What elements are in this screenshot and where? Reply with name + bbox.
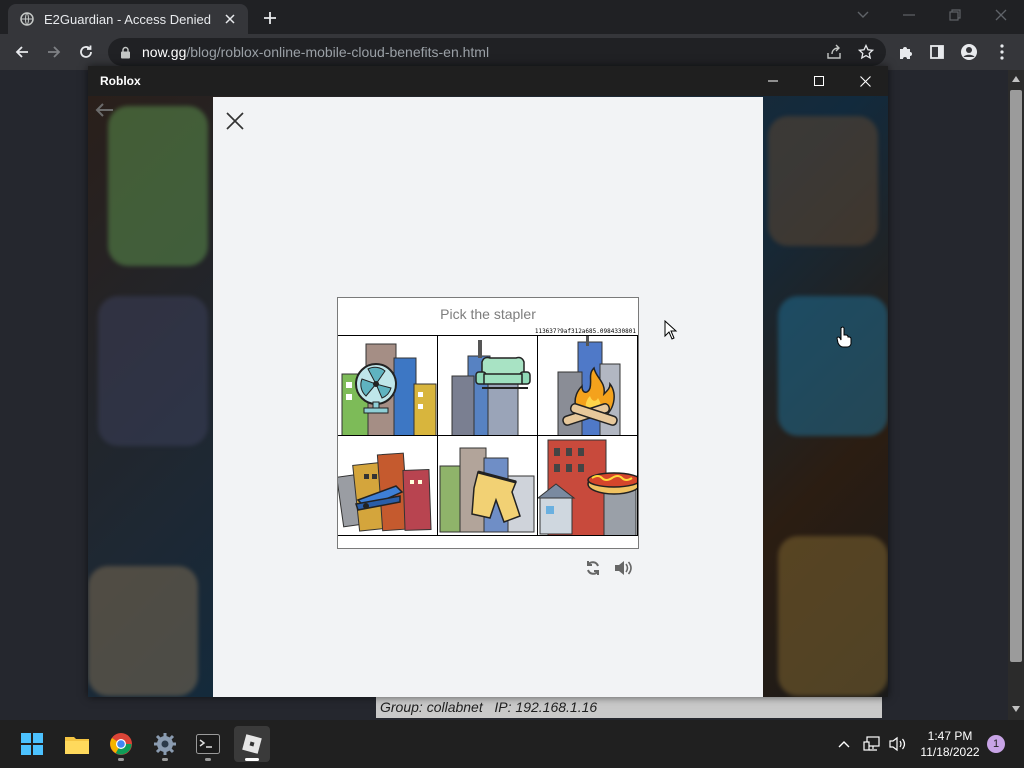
side-panel-icon[interactable] xyxy=(923,38,951,66)
tab-close-icon[interactable] xyxy=(220,9,240,29)
couch-icon xyxy=(451,340,531,435)
browser-tab-strip: E2Guardian - Access Denied xyxy=(0,0,1024,34)
background-art xyxy=(778,296,888,436)
audio-speaker-icon[interactable] xyxy=(613,559,633,577)
profile-avatar-icon[interactable] xyxy=(955,38,983,66)
refresh-icon[interactable] xyxy=(585,560,601,576)
roblox-minimize-icon[interactable] xyxy=(758,70,788,92)
filter-info-text: Group: collabnet IP: 192.168.1.16 xyxy=(376,696,882,718)
roblox-close-icon[interactable] xyxy=(850,70,880,92)
page-scroll-thumb[interactable] xyxy=(1010,90,1022,662)
modal-close-icon[interactable] xyxy=(223,109,247,133)
running-indicator xyxy=(205,758,211,761)
background-art xyxy=(768,116,878,246)
restore-icon[interactable] xyxy=(940,4,970,26)
campfire-icon xyxy=(557,336,621,435)
captcha-tile-couch[interactable] xyxy=(438,336,538,436)
start-button[interactable] xyxy=(14,726,50,762)
address-bar[interactable]: now.gg/blog/roblox-online-mobile-cloud-b… xyxy=(108,38,886,66)
tab-search-icon[interactable] xyxy=(848,4,878,26)
roblox-titlebar[interactable]: Roblox xyxy=(88,66,888,96)
roblox-maximize-icon[interactable] xyxy=(804,70,834,92)
background-art xyxy=(98,296,208,446)
taskbar-terminal[interactable] xyxy=(190,726,226,762)
running-indicator xyxy=(118,758,124,761)
back-button[interactable] xyxy=(8,38,36,66)
captcha-tile-stapler[interactable] xyxy=(338,436,438,536)
captcha-tile-shorts[interactable] xyxy=(438,436,538,536)
captcha-tile-hot-dog[interactable] xyxy=(538,436,638,536)
forward-button[interactable] xyxy=(40,38,68,66)
taskbar-file-explorer[interactable] xyxy=(59,726,95,762)
shorts-icon xyxy=(439,447,535,533)
network-icon[interactable] xyxy=(860,726,884,762)
url-path: /blog/roblox-online-mobile-cloud-benefit… xyxy=(186,44,490,60)
folder-icon xyxy=(65,737,89,754)
menu-kebab-icon[interactable] xyxy=(988,38,1016,66)
fan-icon xyxy=(341,343,437,435)
stapler-icon xyxy=(338,452,432,532)
mouse-cursor-arrow-icon xyxy=(664,320,678,340)
captcha-tile-campfire[interactable] xyxy=(538,336,638,436)
volume-icon[interactable] xyxy=(886,726,910,762)
gear-icon xyxy=(154,733,176,755)
globe-icon xyxy=(20,12,34,26)
notification-badge[interactable]: 1 xyxy=(987,735,1005,753)
captcha-challenge-id: 113637?9af312a685.0984330801 xyxy=(534,328,636,335)
captcha-tile-fan[interactable] xyxy=(338,336,438,436)
captcha-prompt: Pick the stapler xyxy=(440,306,536,322)
background-art xyxy=(108,106,208,266)
mouse-cursor-hand-icon xyxy=(836,326,852,348)
captcha-grid xyxy=(338,335,638,536)
share-icon[interactable] xyxy=(820,38,848,66)
extensions-puzzle-icon[interactable] xyxy=(892,38,920,66)
background-art xyxy=(778,536,888,696)
system-clock[interactable]: 1:47 PM 11/18/2022 xyxy=(908,728,992,760)
bookmark-star-icon[interactable] xyxy=(852,38,880,66)
close-window-icon[interactable] xyxy=(986,4,1016,26)
roblox-back-arrow-icon[interactable] xyxy=(94,102,114,118)
hot-dog-icon xyxy=(538,439,637,535)
roblox-window-title: Roblox xyxy=(100,74,141,88)
taskbar-roblox[interactable] xyxy=(234,726,270,762)
new-tab-button[interactable] xyxy=(258,6,282,30)
taskbar-settings[interactable] xyxy=(147,726,183,762)
url-text[interactable]: now.gg/blog/roblox-online-mobile-cloud-b… xyxy=(142,44,489,60)
show-hidden-icons-chevron[interactable] xyxy=(834,726,854,762)
lock-icon[interactable] xyxy=(118,45,132,59)
windows-logo-icon xyxy=(21,733,43,755)
url-host: now.gg xyxy=(142,44,187,60)
reload-button[interactable] xyxy=(72,38,100,66)
terminal-icon xyxy=(196,734,220,754)
running-indicator xyxy=(162,758,168,761)
browser-tab[interactable]: E2Guardian - Access Denied xyxy=(8,4,248,34)
background-art xyxy=(88,566,198,696)
captcha-controls xyxy=(585,557,635,579)
minimize-icon[interactable] xyxy=(894,4,924,26)
browser-toolbar: now.gg/blog/roblox-online-mobile-cloud-b… xyxy=(0,34,1024,70)
captcha-modal: Pick the stapler 113637?9af312a685.09843… xyxy=(213,97,763,697)
roblox-icon xyxy=(242,734,262,754)
windows-taskbar: 1:47 PM 11/18/2022 xyxy=(0,720,1024,768)
taskbar-chrome[interactable] xyxy=(103,726,139,762)
tab-title: E2Guardian - Access Denied xyxy=(44,11,211,27)
chrome-icon xyxy=(110,733,132,755)
clock-date: 11/18/2022 xyxy=(920,745,980,759)
captcha-challenge: Pick the stapler 113637?9af312a685.09843… xyxy=(337,297,639,549)
clock-time: 1:47 PM xyxy=(927,729,973,743)
active-indicator xyxy=(245,758,259,761)
